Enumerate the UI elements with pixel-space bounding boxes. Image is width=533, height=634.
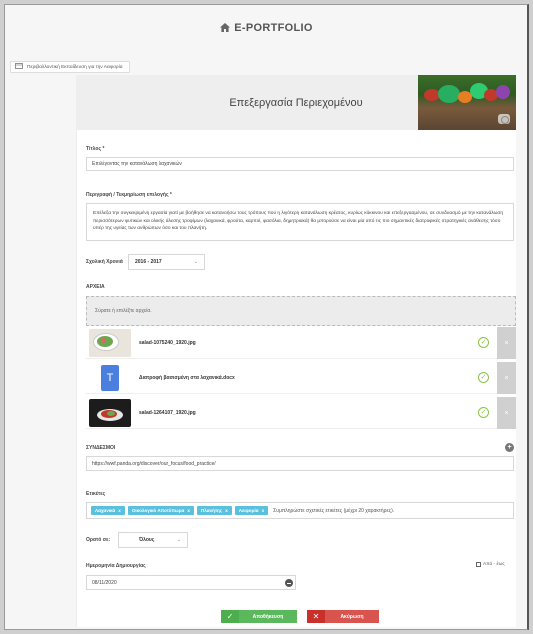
- home-icon: [220, 23, 231, 35]
- school-year-select[interactable]: 2016 - 2017 ⌄: [128, 254, 205, 270]
- checkbox[interactable]: [476, 562, 481, 567]
- check-circle-icon: ✓: [478, 337, 489, 348]
- file-dropzone[interactable]: Σύρατε ή επιλέξτε αρχεία.: [86, 296, 516, 326]
- created-date-value: 08/11/2020: [92, 579, 117, 586]
- check-circle-icon: ✓: [478, 372, 489, 383]
- close-icon[interactable]: x: [262, 508, 265, 513]
- dropzone-text: Σύρατε ή επιλέξτε αρχεία.: [95, 308, 152, 314]
- description-label: Περιγραφή / Τεκμηρίωση επιλογής *: [86, 192, 172, 198]
- file-name: salad-1075240_1920.jpg: [139, 339, 196, 346]
- tags-placeholder: Συμπληρώστε σχετικές ετικέτες (μέχρι 20 …: [273, 507, 395, 514]
- plus-icon: +: [507, 444, 512, 451]
- file-name: Διατροφή βασισμένη στα λαχανικά.docx: [139, 374, 235, 381]
- camera-icon[interactable]: [498, 114, 510, 124]
- cancel-button[interactable]: ✕ Ακύρωση: [307, 610, 379, 623]
- breadcrumb-label: Περιβαλλοντική Εκπαίδευση για την Αειφορ…: [27, 64, 123, 70]
- date-range-label: Από - έως: [483, 562, 505, 567]
- save-button[interactable]: ✓ Αποθήκευση: [221, 610, 297, 623]
- link-value: https://wwf.panda.org/discover/our_focus…: [92, 460, 216, 467]
- file-thumbnail: [89, 398, 131, 427]
- document-icon: T: [101, 364, 119, 391]
- cancel-label: Ακύρωση: [340, 613, 364, 620]
- chevron-down-icon: ⌄: [176, 537, 181, 543]
- title-label: Τίτλος *: [86, 146, 105, 152]
- tag-chip[interactable]: Πλανήτης x: [196, 506, 232, 515]
- description-value: Επέλεξα την συγκεκριμένη εργασία γιατί μ…: [93, 211, 504, 231]
- visibility-select[interactable]: Όλους ⌄: [118, 532, 188, 548]
- file-row[interactable]: salad-1264107_1920.jpg ✓: [86, 397, 497, 429]
- close-icon: ×: [504, 374, 509, 382]
- created-date-label: Ημερομηνία Δημιουργίας: [86, 563, 146, 569]
- tags-input[interactable]: Λαχανικά x Οικολογικό Αποτύπωμα x Πλανήτης…: [86, 502, 514, 519]
- check-icon: ✓: [221, 610, 239, 623]
- file-name: salad-1264107_1920.jpg: [139, 409, 196, 416]
- file-thumbnail: [89, 328, 131, 357]
- close-icon: ✕: [307, 610, 325, 623]
- visibility-label: Ορατό σε:: [86, 537, 111, 543]
- remove-file-button[interactable]: ×: [497, 327, 516, 359]
- page-header: Επεξεργασία Περιεχομένου: [76, 75, 516, 130]
- brand-label: E-PORTFOLIO: [234, 22, 313, 34]
- title-input[interactable]: Επιλέγοντας την κατανάλωση λαχανικών: [86, 157, 514, 171]
- breadcrumb[interactable]: Περιβαλλοντική Εκπαίδευση για την Αειφορ…: [10, 61, 130, 73]
- remove-file-button[interactable]: ×: [497, 362, 516, 394]
- close-icon[interactable]: x: [187, 508, 190, 513]
- folder-icon: [15, 63, 23, 71]
- app-brand[interactable]: E-PORTFOLIO: [0, 22, 533, 35]
- remove-file-button[interactable]: ×: [497, 397, 516, 429]
- file-thumbnail: T: [89, 363, 131, 392]
- close-icon: ×: [504, 409, 509, 417]
- file-row[interactable]: salad-1075240_1920.jpg ✓: [86, 327, 497, 359]
- link-input[interactable]: https://wwf.panda.org/discover/our_focus…: [86, 456, 514, 471]
- close-icon: ×: [504, 339, 509, 347]
- school-year-label: Σχολική Χρονιά: [86, 259, 123, 265]
- clear-date-icon[interactable]: [285, 579, 293, 587]
- file-row[interactable]: T Διατροφή βασισμένη στα λαχανικά.docx ✓: [86, 362, 497, 394]
- school-year-value: 2016 - 2017: [135, 259, 162, 265]
- close-icon[interactable]: x: [118, 508, 121, 513]
- visibility-value: Όλους: [139, 537, 155, 543]
- cover-image[interactable]: [418, 75, 516, 130]
- date-range-checkbox[interactable]: Από - έως: [476, 562, 505, 567]
- created-date-input[interactable]: 08/11/2020: [86, 575, 296, 590]
- save-label: Αποθήκευση: [252, 613, 284, 620]
- title-value: Επιλέγοντας την κατανάλωση λαχανικών: [92, 161, 182, 167]
- tag-chip[interactable]: Λαχανικά x: [91, 506, 125, 515]
- links-label: ΣΥΝΔΕΣΜΟΙ: [86, 445, 116, 451]
- description-textarea[interactable]: Επέλεξα την συγκεκριμένη εργασία γιατί μ…: [86, 203, 514, 241]
- tag-chip[interactable]: Οικολογικό Αποτύπωμα x: [127, 506, 194, 515]
- close-icon[interactable]: x: [225, 508, 228, 513]
- chevron-down-icon: ⌄: [193, 259, 198, 265]
- tags-label: Ετικέτες: [86, 491, 106, 497]
- files-label: ΑΡΧΕΙΑ: [86, 284, 105, 290]
- tag-chip[interactable]: Αειφορία x: [234, 506, 269, 515]
- check-circle-icon: ✓: [478, 407, 489, 418]
- add-link-button[interactable]: +: [505, 443, 514, 452]
